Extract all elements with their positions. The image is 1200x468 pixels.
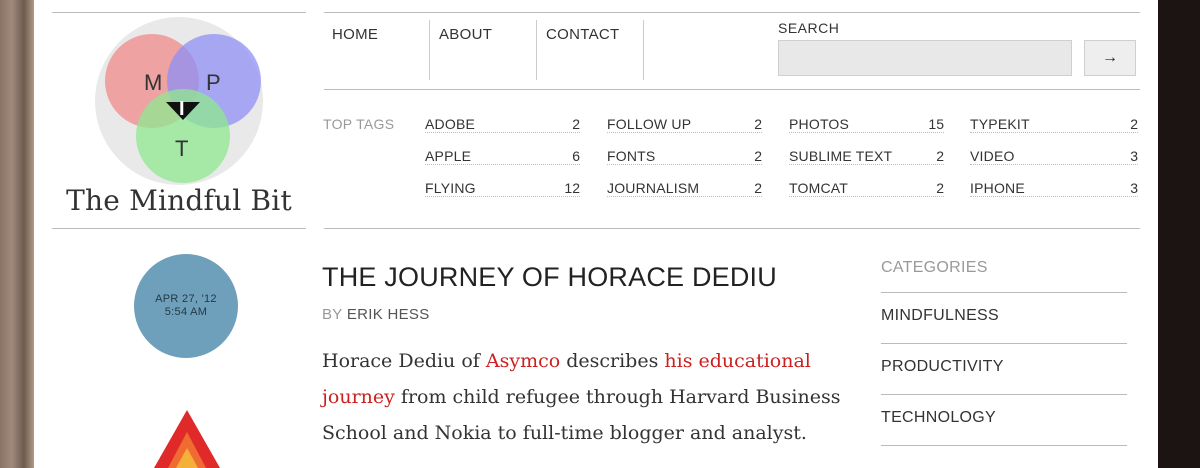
logo-letter-i: I	[179, 98, 185, 120]
nav-separator	[536, 20, 537, 80]
tag-count: 3	[1128, 148, 1138, 164]
search-input[interactable]	[778, 40, 1072, 76]
body-text: describes	[560, 350, 665, 372]
tag-item[interactable]: ADOBE 2	[425, 116, 580, 136]
post-time: 5:54 AM	[164, 306, 208, 318]
tag-name: ADOBE	[425, 116, 478, 132]
triangle-badge-icon	[154, 410, 220, 468]
tag-name: TOMCAT	[789, 180, 851, 196]
logo-letter-t: T	[175, 136, 188, 161]
nav-separator	[429, 20, 430, 80]
tag-name: PHOTOS	[789, 116, 852, 132]
page: M I P T The Mindful Bit APR 27, '12 5:54…	[34, 0, 1158, 468]
tag-name: SUBLIME TEXT	[789, 148, 895, 164]
tag-count: 2	[934, 148, 944, 164]
category-technology[interactable]: TECHNOLOGY	[881, 409, 996, 427]
tag-item[interactable]: SUBLIME TEXT 2	[789, 148, 944, 168]
tag-count: 3	[1128, 180, 1138, 196]
divider	[881, 394, 1127, 395]
tag-item[interactable]: VIDEO 3	[970, 148, 1138, 168]
tag-leader-dots	[425, 196, 580, 197]
tag-item[interactable]: TOMCAT 2	[789, 180, 944, 200]
tag-count: 12	[562, 180, 580, 196]
tag-item[interactable]: FOLLOW UP 2	[607, 116, 762, 136]
tag-name: JOURNALISM	[607, 180, 702, 196]
tag-leader-dots	[607, 164, 762, 165]
asymco-link[interactable]: Asymco	[486, 350, 560, 372]
post-byline: BY ERIK HESS	[322, 306, 430, 323]
nav-about[interactable]: ABOUT	[439, 26, 492, 43]
tag-count: 6	[570, 148, 580, 164]
tag-leader-dots	[425, 132, 580, 133]
divider	[881, 343, 1127, 344]
tag-leader-dots	[607, 132, 762, 133]
tag-item[interactable]: IPHONE 3	[970, 180, 1138, 200]
search-submit-button[interactable]: →	[1084, 40, 1136, 76]
tag-item[interactable]: APPLE 6	[425, 148, 580, 168]
post-date-circle: APR 27, '12 5:54 AM	[134, 254, 238, 358]
tag-leader-dots	[789, 132, 944, 133]
tag-leader-dots	[970, 132, 1138, 133]
venn-logo-icon: M I P T	[95, 17, 263, 185]
tag-leader-dots	[425, 164, 580, 165]
divider	[324, 12, 1140, 13]
category-mindfulness[interactable]: MINDFULNESS	[881, 307, 999, 325]
tag-item[interactable]: JOURNALISM 2	[607, 180, 762, 200]
tag-count: 15	[926, 116, 944, 132]
post-date: APR 27, '12	[155, 293, 217, 305]
post-body: Horace Dediu of Asymco describes his edu…	[322, 343, 852, 451]
divider	[881, 445, 1127, 446]
tag-name: APPLE	[425, 148, 474, 164]
divider	[52, 12, 306, 13]
arrow-right-icon: →	[1102, 49, 1118, 66]
byline-prefix: BY	[322, 306, 343, 323]
tag-item[interactable]: FONTS 2	[607, 148, 762, 168]
nav-contact[interactable]: CONTACT	[546, 26, 619, 43]
tag-count: 2	[752, 180, 762, 196]
site-logo[interactable]: M I P T	[94, 16, 264, 186]
tag-count: 2	[570, 116, 580, 132]
divider	[324, 89, 1140, 90]
tag-name: VIDEO	[970, 148, 1017, 164]
tag-name: FLYING	[425, 180, 478, 196]
author-link[interactable]: ERIK HESS	[347, 306, 430, 323]
logo-letter-m: M	[144, 70, 162, 95]
nav-home[interactable]: HOME	[332, 26, 378, 43]
categories-heading: CATEGORIES	[881, 259, 988, 276]
nav-separator	[643, 20, 644, 80]
tag-leader-dots	[607, 196, 762, 197]
divider	[881, 292, 1127, 293]
top-tags-label: TOP TAGS	[323, 116, 395, 132]
tag-item[interactable]: TYPEKIT 2	[970, 116, 1138, 136]
category-productivity[interactable]: PRODUCTIVITY	[881, 358, 1004, 376]
tag-count: 2	[1128, 116, 1138, 132]
search-label: SEARCH	[778, 20, 840, 36]
divider	[324, 228, 1140, 229]
tag-leader-dots	[970, 164, 1138, 165]
body-text: Horace Dediu of	[322, 350, 486, 372]
post-title[interactable]: THE JOURNEY OF HORACE DEDIU	[322, 262, 777, 293]
tag-name: FOLLOW UP	[607, 116, 694, 132]
tag-count: 2	[934, 180, 944, 196]
tag-count: 2	[752, 148, 762, 164]
body-text: from child refugee through Harvard Busin…	[322, 386, 841, 444]
logo-letter-p: P	[206, 70, 221, 95]
tag-leader-dots	[970, 196, 1138, 197]
divider	[52, 228, 306, 229]
tag-item[interactable]: PHOTOS 15	[789, 116, 944, 136]
tag-leader-dots	[789, 164, 944, 165]
site-title[interactable]: The Mindful Bit	[52, 184, 306, 217]
tag-count: 2	[752, 116, 762, 132]
tag-name: FONTS	[607, 148, 658, 164]
tag-leader-dots	[789, 196, 944, 197]
tag-item[interactable]: FLYING 12	[425, 180, 580, 200]
tag-name: TYPEKIT	[970, 116, 1032, 132]
tag-name: IPHONE	[970, 180, 1027, 196]
